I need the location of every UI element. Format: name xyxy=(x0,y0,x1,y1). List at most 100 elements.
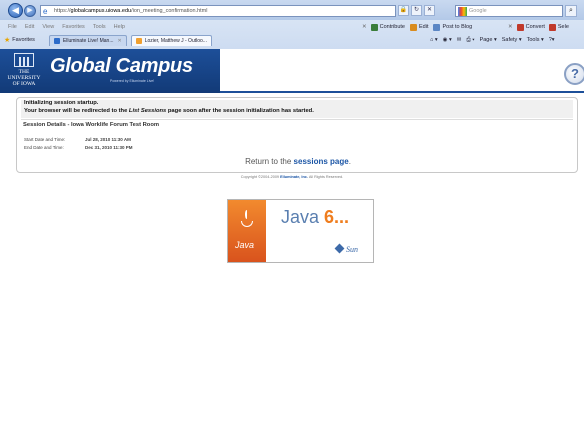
menu-file[interactable]: File xyxy=(8,24,17,30)
refresh-icon[interactable]: ↻ xyxy=(411,5,422,16)
global-campus-banner: THE UNIVERSITY OF IOWA Global Campus Pow… xyxy=(0,49,220,93)
contribute-button[interactable]: Contribute xyxy=(380,24,405,30)
tab-label: Elluminate Live! Man... xyxy=(62,37,114,44)
return-line: Return to the sessions page. xyxy=(17,157,579,166)
feeds-icon[interactable]: ◉ ▾ xyxy=(443,37,452,43)
java-version-word: Java xyxy=(281,207,320,227)
print-icon[interactable]: ⎙ ▾ xyxy=(466,37,474,44)
tools-menu[interactable]: Tools ▾ xyxy=(527,37,544,43)
select-icon xyxy=(548,23,556,31)
favorites-tab-row: ★ Favorites Elluminate Live! Man... ✕ Lo… xyxy=(0,33,584,47)
favorites-button[interactable]: Favorites xyxy=(12,37,35,43)
site-subtitle: Powered by Elluminate Live! xyxy=(110,79,155,83)
session-panel: Initializing session startup. Your brows… xyxy=(16,97,578,173)
forward-button[interactable]: ▶ xyxy=(24,5,36,17)
post-to-blog-button[interactable]: Post to Blog xyxy=(442,24,472,30)
elluminate-link[interactable]: Elluminate, Inc. xyxy=(280,175,308,179)
startup-notice: Initializing session startup. Your brows… xyxy=(21,100,573,118)
home-icon[interactable]: ⌂ ▾ xyxy=(430,37,438,43)
panel-divider xyxy=(21,119,573,120)
url-prefix: https:// xyxy=(54,8,71,14)
start-time-value: Jul 28, 2010 11:30 AM xyxy=(85,137,131,142)
edit-button[interactable]: Edit xyxy=(419,24,428,30)
copyright: Copyright ©2004-2009 Elluminate, Inc. Al… xyxy=(0,175,584,179)
address-bar[interactable]: e https://globalcampus.uiowa.edu/ion_mee… xyxy=(40,5,396,17)
address-tools: 🔒 ↻ ✕ xyxy=(398,5,435,17)
end-time-value: Dec 31, 2010 11:30 PM xyxy=(85,145,133,150)
lock-icon[interactable]: 🔒 xyxy=(398,5,409,16)
stop-icon[interactable]: ✕ xyxy=(424,5,435,16)
copyright-rights: All Rights Reserved. xyxy=(307,175,344,179)
java-logo-text: Java xyxy=(235,240,255,250)
menu-edit[interactable]: Edit xyxy=(25,24,34,30)
tab-page-icon xyxy=(53,37,60,44)
contribute-icon xyxy=(370,23,378,31)
select-button[interactable]: Sele xyxy=(558,24,569,30)
menu-favorites[interactable]: Favorites xyxy=(62,24,85,30)
browser-chrome: ◀ ▶ e https://globalcampus.uiowa.edu/ion… xyxy=(0,0,584,49)
url-path: /ion_meeting_confirmation.html xyxy=(131,8,208,14)
contribute-toolbar: ✕ Contribute Edit Post to Blog xyxy=(362,22,472,32)
notice-line-2: Your browser will be redirected to the L… xyxy=(21,108,573,116)
copyright-text: Copyright ©2004-2009 xyxy=(240,175,281,179)
university-name: THE UNIVERSITY OF IOWA xyxy=(4,69,44,87)
ie-page-icon: e xyxy=(43,6,48,16)
capitol-icon xyxy=(14,53,34,67)
address-url: https://globalcampus.uiowa.edu/ion_meeti… xyxy=(54,8,208,14)
site-header: THE UNIVERSITY OF IOWA Global Campus Pow… xyxy=(0,49,584,93)
menu-tools[interactable]: Tools xyxy=(93,24,106,30)
blog-icon xyxy=(433,23,441,31)
java-cup-icon xyxy=(239,210,255,230)
start-time-row: Start Date and Time: Jul 28, 2010 11:30 … xyxy=(24,137,131,142)
end-time-row: End Date and Time: Dec 31, 2010 11:30 PM xyxy=(24,145,133,150)
site-title: Global Campus xyxy=(50,55,193,77)
notice-line-1: Initializing session startup. xyxy=(24,100,99,106)
menu-view[interactable]: View xyxy=(42,24,54,30)
help-menu-icon[interactable]: ?▾ xyxy=(549,37,555,43)
end-time-label: End Date and Time: xyxy=(24,145,64,150)
command-bar: ⌂ ▾ ◉ ▾ ✉ ⎙ ▾ Page ▾ Safety ▾ Tools ▾ ?▾ xyxy=(430,33,555,47)
favorites-star-icon[interactable]: ★ xyxy=(4,36,10,44)
session-details-title: Session Details - Iowa Worklife Forum Te… xyxy=(23,122,160,128)
address-row: ◀ ▶ e https://globalcampus.uiowa.edu/ion… xyxy=(0,0,584,20)
search-input[interactable]: Google xyxy=(455,5,563,17)
safety-menu[interactable]: Safety ▾ xyxy=(502,37,522,43)
url-domain: globalcampus.uiowa.edu xyxy=(70,8,132,14)
java-version-text: Java 6... xyxy=(281,207,349,228)
java-logo-panel: Java xyxy=(228,200,266,262)
return-period: . xyxy=(348,157,351,166)
convert-button[interactable]: Convert xyxy=(526,24,545,30)
back-button[interactable]: ◀ xyxy=(8,3,23,18)
tab-elluminate[interactable]: Elluminate Live! Man... ✕ xyxy=(48,34,127,46)
tab-outlook[interactable]: Lozier, Matthew J - Outloo... xyxy=(130,34,212,46)
sun-diamond-icon xyxy=(334,243,345,254)
convert-icon xyxy=(516,23,524,31)
header-divider xyxy=(220,91,584,93)
edit-icon xyxy=(410,23,417,31)
notice-text-em: List Sessions xyxy=(128,107,167,114)
close-convert-icon[interactable]: ✕ xyxy=(508,24,513,30)
menu-bar: File Edit View Favorites Tools Help ✕ Co… xyxy=(0,22,584,32)
notice-text-post: page soon after the session initializati… xyxy=(166,107,314,114)
java-loading-badge: Java Java 6... Sun xyxy=(227,199,374,263)
university-logo: THE UNIVERSITY OF IOWA xyxy=(4,53,44,89)
java-version-number: 6... xyxy=(324,207,350,227)
notice-text-pre: Your browser will be redirected to the xyxy=(24,107,129,114)
start-time-label: Start Date and Time: xyxy=(24,137,66,142)
tab-outlook-icon xyxy=(135,37,142,44)
sun-logo-text: Sun xyxy=(346,245,358,254)
mail-icon[interactable]: ✉ xyxy=(457,37,462,43)
menu-help[interactable]: Help xyxy=(114,24,125,30)
close-toolbar-icon[interactable]: ✕ xyxy=(362,24,367,30)
help-icon[interactable]: ? xyxy=(564,63,584,85)
search-placeholder: Google xyxy=(469,8,487,14)
tab-label: Lozier, Matthew J - Outloo... xyxy=(144,37,207,44)
convert-toolbar: ✕ Convert Sele xyxy=(508,22,569,32)
sun-logo: Sun xyxy=(334,243,358,254)
search-go-icon[interactable]: ⌕ xyxy=(565,5,577,17)
return-text: Return to the xyxy=(245,157,294,166)
page-menu[interactable]: Page ▾ xyxy=(480,37,497,43)
google-icon xyxy=(458,6,467,16)
sessions-page-link[interactable]: sessions page xyxy=(294,157,349,166)
tab-close-icon[interactable]: ✕ xyxy=(118,38,122,44)
